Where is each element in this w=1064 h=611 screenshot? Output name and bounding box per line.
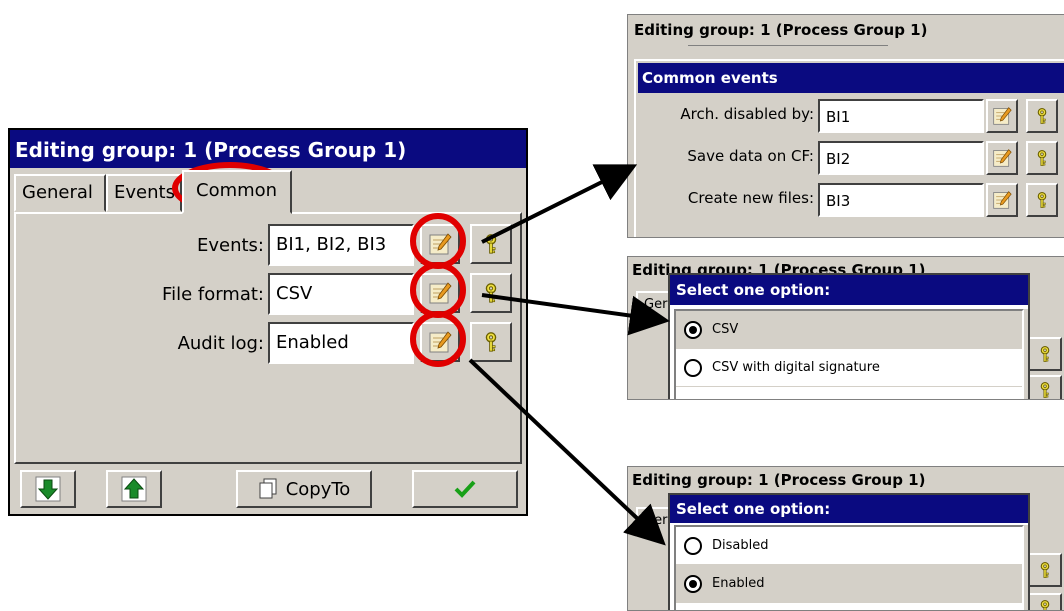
tab-common[interactable]: Common <box>182 170 292 214</box>
arrow-to-format-dialog <box>481 293 670 336</box>
callout-arrows <box>468 164 670 546</box>
tab-common-label: Common <box>196 180 278 201</box>
arrow-to-audit-dialog <box>468 358 666 546</box>
arrow-to-events-dialog <box>481 164 638 244</box>
